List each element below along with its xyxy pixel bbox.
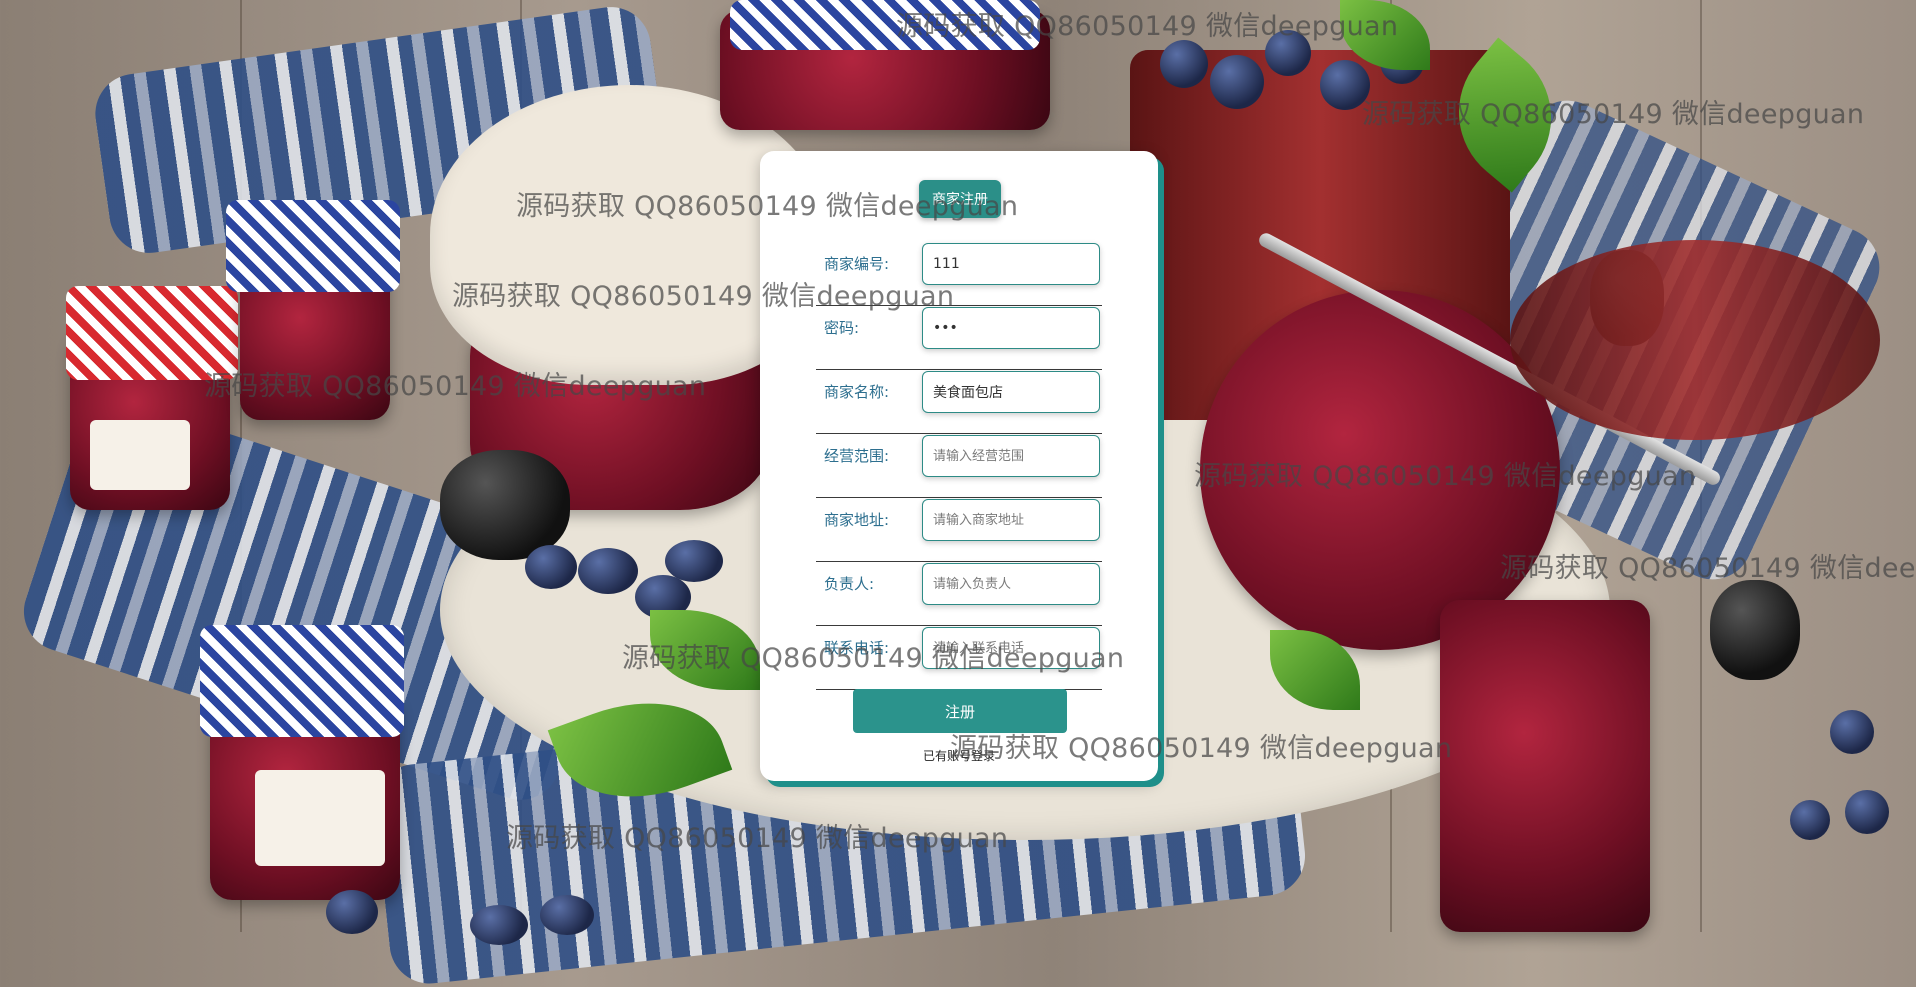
field-row-merchant-name: 商家名称:: [816, 369, 1102, 434]
watermark-text: 源码获取 QQ86050149 微信deepguan: [204, 371, 707, 402]
watermark-text: 源码获取 QQ86050149 微信deepguan: [622, 643, 1125, 674]
merchant-name-input[interactable]: [922, 371, 1100, 413]
contact-person-input[interactable]: [922, 563, 1100, 605]
watermark-text: 源码获取 QQ86050149 微信deepguan: [1362, 99, 1865, 130]
watermark-text: 源码获取 QQ86050149 微信deepguan: [452, 281, 955, 312]
watermark-text: 源码获取 QQ86050149 微信deepguan: [516, 191, 1019, 222]
contact-person-label: 负责人:: [824, 575, 875, 593]
field-row-contact-person: 负责人:: [816, 561, 1102, 626]
address-input[interactable]: [922, 499, 1100, 541]
merchant-name-label: 商家名称:: [824, 383, 890, 401]
password-input[interactable]: [922, 307, 1100, 349]
watermark-text: 源码获取 QQ86050149 微信deepguan: [506, 823, 1009, 854]
merchant-register-card: 商家注册 商家编号: 密码: 商家名称: 经营范围: 商家地址: 负责人: 联系…: [760, 151, 1158, 781]
watermark-text: 源码获取 QQ86050149 微信deepguan: [1500, 553, 1916, 584]
field-row-password: 密码:: [816, 305, 1102, 370]
watermark-text: 源码获取 QQ86050149 微信deepguan: [896, 11, 1399, 42]
field-row-business-scope: 经营范围:: [816, 433, 1102, 498]
business-scope-label: 经营范围:: [824, 447, 890, 465]
watermark-text: 源码获取 QQ86050149 微信deepguan: [950, 733, 1453, 764]
address-label: 商家地址:: [824, 511, 890, 529]
field-row-address: 商家地址:: [816, 497, 1102, 562]
business-scope-input[interactable]: [922, 435, 1100, 477]
watermark-text: 源码获取 QQ86050149 微信deepguan: [1194, 461, 1697, 492]
